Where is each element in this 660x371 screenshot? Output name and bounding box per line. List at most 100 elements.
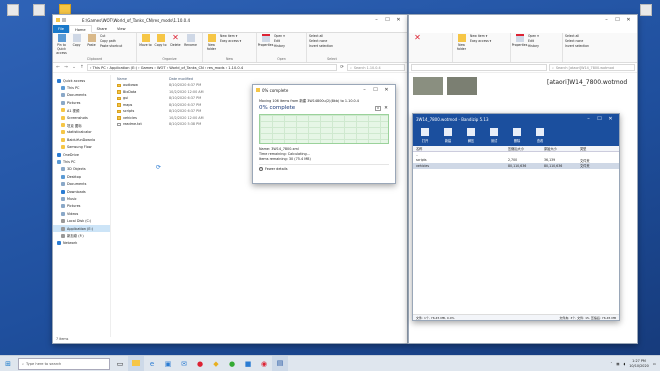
archive-col-name[interactable]: 名称 (416, 146, 508, 151)
archive-tool-button[interactable]: 解压 (463, 127, 479, 143)
fewer-details-button[interactable]: ˄ Fewer details (259, 164, 389, 171)
nav-item[interactable]: OneDrive (53, 151, 110, 158)
close-button[interactable]: ✕ (623, 16, 634, 25)
tank-thumbnail[interactable] (447, 77, 477, 95)
desktop-icon-recycle[interactable] (637, 4, 655, 18)
select-none-button[interactable]: Select none (565, 39, 589, 43)
app-icon[interactable]: ● (224, 356, 240, 371)
archive-tool-button[interactable]: 新建 (440, 127, 456, 143)
notification-icon[interactable]: ▭ (653, 362, 656, 366)
minimize-button[interactable]: – (359, 86, 370, 95)
right-address-bar[interactable] (411, 64, 547, 71)
easy-access-button[interactable]: Easy access ▾ (220, 39, 241, 43)
new-item-button[interactable]: New item ▾ (220, 34, 241, 38)
open-button[interactable]: Open ▾ (528, 34, 539, 38)
edit-button[interactable]: Edit (274, 39, 285, 43)
nav-item[interactable]: Screenshots (53, 114, 110, 121)
properties-button[interactable]: Properties (258, 34, 273, 47)
nav-item[interactable]: Samsung Flow (53, 144, 110, 151)
nav-item[interactable]: BaiduYunDownlo (53, 136, 110, 143)
tank-thumbnail[interactable] (413, 77, 443, 95)
nav-item[interactable]: A1 视频 (53, 107, 110, 114)
up-button[interactable]: ↑ (79, 65, 85, 70)
taskbar-search[interactable]: ⌕ Type here to search (18, 357, 110, 370)
close-button[interactable]: ✕ (605, 115, 616, 124)
back-button[interactable]: ← (55, 65, 61, 70)
history-button[interactable]: History (528, 44, 539, 48)
clock[interactable]: 1:27 PM 10/10/2020 (629, 359, 649, 369)
cut-button[interactable]: Cut (100, 34, 122, 38)
pin-quick-access-button[interactable]: Pin to Quick access (55, 34, 68, 55)
nav-item[interactable]: Music (53, 195, 110, 202)
nav-item[interactable]: Network (53, 240, 110, 247)
nav-item[interactable]: Application (E:) (53, 224, 110, 233)
nav-item[interactable]: 坦克 图标 (53, 121, 110, 128)
maximize-button[interactable]: ☐ (370, 86, 381, 95)
paste-button[interactable]: Paste (85, 34, 98, 47)
column-name[interactable]: Name (117, 77, 169, 81)
start-button[interactable]: ⊞ (0, 356, 16, 371)
new-folder-button[interactable]: New folder (455, 34, 468, 51)
bandizip-icon[interactable]: ▤ (272, 355, 288, 371)
cancel-button[interactable]: ✕ (383, 106, 389, 111)
maximize-button[interactable]: ☐ (612, 16, 623, 25)
nav-item[interactable]: Documents (53, 180, 110, 187)
refresh-button[interactable]: ⟳ (339, 65, 345, 70)
invert-selection-button[interactable]: Invert selection (565, 44, 589, 48)
archive-tool-button[interactable]: 删除 (509, 127, 525, 143)
tab-view[interactable]: View (112, 25, 131, 33)
nav-item[interactable]: Pictures (53, 203, 110, 210)
network-icon[interactable]: ▦ (616, 362, 619, 366)
delete-button[interactable]: ✕ (411, 34, 424, 43)
minimize-button[interactable]: – (601, 16, 612, 25)
archive-row[interactable]: vehicles 80,110,636 80,110,636 文件夹 (413, 163, 619, 169)
forward-button[interactable]: → (63, 65, 69, 70)
address-bar[interactable]: › This PC › Application (E:) › Games › W… (87, 64, 337, 71)
nav-item[interactable]: Videos (53, 210, 110, 217)
properties-button[interactable]: Properties (512, 34, 527, 47)
app-icon[interactable]: ● (192, 356, 208, 371)
history-button[interactable]: History (274, 44, 285, 48)
pause-button[interactable]: Ⅱ (375, 105, 381, 111)
app-icon[interactable]: ◉ (256, 356, 272, 371)
column-date[interactable]: Date modified (169, 77, 193, 81)
paste-shortcut-button[interactable]: Paste shortcut (100, 44, 122, 48)
nav-item[interactable]: Desktop (53, 173, 110, 180)
new-folder-button[interactable]: New folder (205, 34, 218, 51)
delete-button[interactable]: ✕ Delete (169, 34, 182, 48)
edge-icon[interactable]: e (144, 356, 160, 371)
app-icon[interactable]: ◆ (208, 356, 224, 371)
properties-icon[interactable] (62, 18, 66, 22)
chevron-up-icon[interactable]: ˄ (611, 362, 613, 366)
copy-path-button[interactable]: Copy path (100, 39, 122, 43)
select-all-button[interactable]: Select all (565, 34, 589, 38)
nav-item[interactable]: Local Disk (C:) (53, 217, 110, 224)
nav-item[interactable]: Downloads (53, 188, 110, 195)
desktop-icon-2[interactable] (30, 4, 48, 18)
archive-tool-button[interactable]: 测试 (486, 127, 502, 143)
archive-tool-button[interactable]: 打开 (417, 127, 433, 143)
nav-item[interactable]: Pictures (53, 99, 110, 106)
archive-tool-button[interactable]: 查看 (532, 127, 548, 143)
select-none-button[interactable]: Select none (309, 39, 333, 43)
close-button[interactable]: ✕ (381, 86, 392, 95)
mail-icon[interactable]: ✉ (176, 356, 192, 371)
rename-button[interactable]: Rename (184, 34, 197, 47)
move-to-button[interactable]: Move to (139, 34, 152, 47)
select-all-button[interactable]: Select all (309, 34, 333, 38)
minimize-button[interactable]: – (371, 16, 382, 25)
copy-to-button[interactable]: Copy to (154, 34, 167, 47)
archive-col-csize[interactable]: 压缩后大小 (508, 146, 544, 151)
archive-col-type[interactable]: 类型 (580, 146, 586, 151)
edit-button[interactable]: Edit (528, 39, 539, 43)
nav-item[interactable]: 新加卷 (F:) (53, 232, 110, 239)
nav-item[interactable]: This PC (53, 84, 110, 91)
nav-item[interactable]: This PC (53, 158, 110, 165)
nav-item[interactable]: Documents (53, 92, 110, 99)
nav-item[interactable]: Quick access (53, 77, 110, 84)
tab-file[interactable]: File (53, 24, 70, 33)
recent-locations-button[interactable]: ⌄ (71, 65, 77, 70)
easy-access-button[interactable]: Easy access ▾ (470, 39, 491, 43)
new-item-button[interactable]: New item ▾ (470, 34, 491, 38)
right-search-input[interactable]: ⌕ Search [ataori]W14_7800.wotmod (549, 64, 635, 71)
